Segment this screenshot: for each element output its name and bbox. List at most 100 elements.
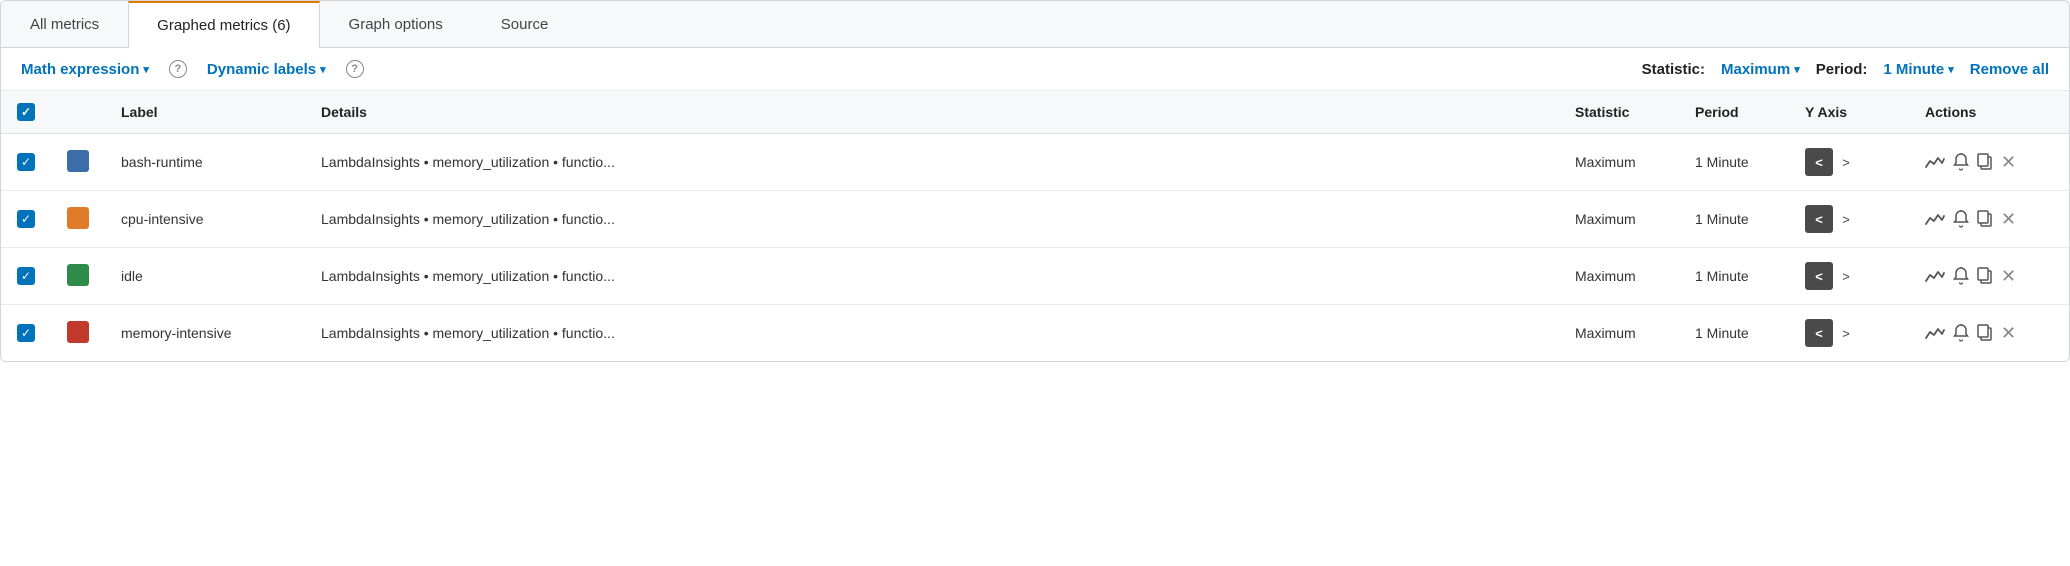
header-checkbox-cell[interactable]: ✓ [1,91,51,134]
tab-all-metrics[interactable]: All metrics [1,1,128,47]
row-checkbox-cell[interactable]: ✓ [1,305,51,362]
row-details: LambdaInsights • memory_utilization • fu… [305,305,1559,362]
header-checkbox[interactable]: ✓ [17,103,35,121]
yaxis-right-arrow[interactable]: > [1835,148,1857,176]
remove-icon[interactable]: ✕ [2001,209,2016,230]
row-statistic: Maximum [1559,134,1679,191]
graph-icon[interactable] [1925,326,1945,340]
toolbar: Math expression ▾ ? Dynamic labels ▾ ? S… [1,48,2069,91]
table-row: ✓ cpu-intensive LambdaInsights • memory_… [1,191,2069,248]
dynamic-labels-chevron: ▾ [320,63,326,76]
yaxis-left-button[interactable]: < [1805,262,1833,290]
graph-icon[interactable] [1925,155,1945,169]
row-actions-cell: ✕ [1909,248,2069,305]
dynamic-labels-dropdown[interactable]: Dynamic labels ▾ [207,61,326,78]
yaxis-left-button[interactable]: < [1805,319,1833,347]
toolbar-left: Math expression ▾ ? Dynamic labels ▾ ? [21,60,364,78]
period-chevron: ▾ [1948,63,1954,76]
row-statistic: Maximum [1559,305,1679,362]
row-color-swatch [67,321,89,343]
tab-bar: All metrics Graphed metrics (6) Graph op… [1,1,2069,48]
dynamic-labels-label: Dynamic labels [207,61,316,78]
header-label: Label [105,91,305,134]
table-row: ✓ bash-runtime LambdaInsights • memory_u… [1,134,2069,191]
row-checkbox[interactable]: ✓ [17,210,35,228]
row-color-swatch [67,150,89,172]
row-details: LambdaInsights • memory_utilization • fu… [305,134,1559,191]
row-period: 1 Minute [1679,248,1789,305]
remove-all-button[interactable]: Remove all [1970,61,2049,78]
row-checkbox[interactable]: ✓ [17,267,35,285]
row-yaxis-cell: < > [1789,305,1909,362]
remove-icon[interactable]: ✕ [2001,323,2016,344]
toolbar-right: Statistic: Maximum ▾ Period: 1 Minute ▾ … [1642,61,2049,78]
row-period: 1 Minute [1679,191,1789,248]
row-actions-cell: ✕ [1909,305,2069,362]
row-yaxis-cell: < > [1789,248,1909,305]
yaxis-right-arrow[interactable]: > [1835,319,1857,347]
row-color-cell [51,191,105,248]
row-color-cell [51,134,105,191]
row-label: cpu-intensive [105,191,305,248]
yaxis-left-button[interactable]: < [1805,148,1833,176]
yaxis-right-arrow[interactable]: > [1835,262,1857,290]
copy-icon[interactable] [1977,210,1993,228]
copy-icon[interactable] [1977,324,1993,342]
statistic-value: Maximum [1721,61,1790,78]
tab-graphed-metrics[interactable]: Graphed metrics (6) [128,1,319,48]
period-prefix: Period: [1816,61,1868,78]
main-container: All metrics Graphed metrics (6) Graph op… [0,0,2070,362]
period-value: 1 Minute [1883,61,1944,78]
tab-source[interactable]: Source [472,1,578,47]
row-actions-cell: ✕ [1909,134,2069,191]
math-expression-help[interactable]: ? [169,60,187,78]
row-color-cell [51,248,105,305]
row-checkbox-cell[interactable]: ✓ [1,191,51,248]
table-row: ✓ memory-intensive LambdaInsights • memo… [1,305,2069,362]
row-period: 1 Minute [1679,134,1789,191]
alarm-icon[interactable] [1953,267,1969,285]
period-dropdown[interactable]: 1 Minute ▾ [1883,61,1953,78]
row-period: 1 Minute [1679,305,1789,362]
row-checkbox-cell[interactable]: ✓ [1,248,51,305]
row-color-swatch [67,207,89,229]
alarm-icon[interactable] [1953,153,1969,171]
row-label: idle [105,248,305,305]
remove-icon[interactable]: ✕ [2001,266,2016,287]
statistic-chevron: ▾ [1794,63,1800,76]
header-period: Period [1679,91,1789,134]
header-statistic: Statistic [1559,91,1679,134]
math-expression-dropdown[interactable]: Math expression ▾ [21,61,149,78]
statistic-prefix: Statistic: [1642,61,1705,78]
row-yaxis-cell: < > [1789,191,1909,248]
copy-icon[interactable] [1977,153,1993,171]
row-statistic: Maximum [1559,191,1679,248]
metrics-table: ✓ Label Details Statistic Period Y Axis … [1,91,2069,361]
row-details: LambdaInsights • memory_utilization • fu… [305,191,1559,248]
row-label: memory-intensive [105,305,305,362]
header-yaxis: Y Axis [1789,91,1909,134]
graph-icon[interactable] [1925,269,1945,283]
alarm-icon[interactable] [1953,324,1969,342]
graph-icon[interactable] [1925,212,1945,226]
row-label: bash-runtime [105,134,305,191]
yaxis-left-button[interactable]: < [1805,205,1833,233]
row-statistic: Maximum [1559,248,1679,305]
row-checkbox[interactable]: ✓ [17,153,35,171]
row-color-cell [51,305,105,362]
row-checkbox[interactable]: ✓ [17,324,35,342]
table-row: ✓ idle LambdaInsights • memory_utilizati… [1,248,2069,305]
math-expression-label: Math expression [21,61,139,78]
dynamic-labels-help[interactable]: ? [346,60,364,78]
alarm-icon[interactable] [1953,210,1969,228]
tab-graph-options[interactable]: Graph options [320,1,472,47]
row-color-swatch [67,264,89,286]
yaxis-right-arrow[interactable]: > [1835,205,1857,233]
row-checkbox-cell[interactable]: ✓ [1,134,51,191]
statistic-dropdown[interactable]: Maximum ▾ [1721,61,1800,78]
copy-icon[interactable] [1977,267,1993,285]
math-expression-chevron: ▾ [143,63,149,76]
header-color-cell [51,91,105,134]
remove-icon[interactable]: ✕ [2001,152,2016,173]
row-details: LambdaInsights • memory_utilization • fu… [305,248,1559,305]
